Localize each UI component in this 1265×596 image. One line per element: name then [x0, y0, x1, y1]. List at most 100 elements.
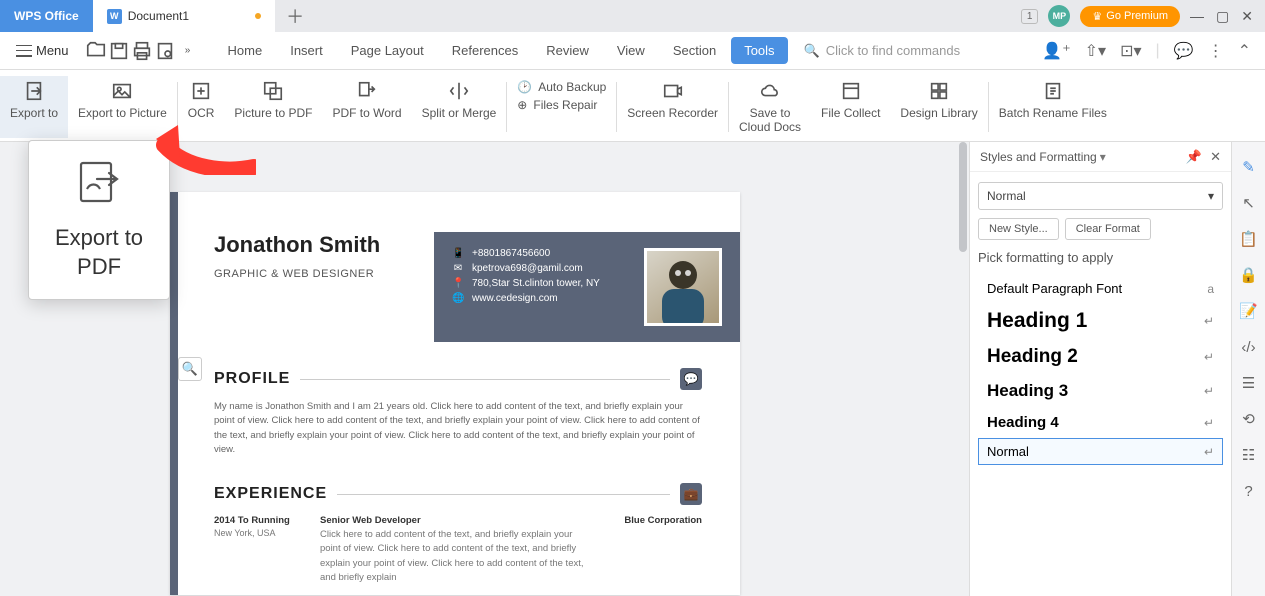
sync-icon[interactable]: ⊡▾ [1120, 41, 1141, 61]
ribbon-design-library[interactable]: Design Library [890, 76, 987, 138]
style-item-default-paragraph-font[interactable]: Default Paragraph Fonta [978, 275, 1223, 302]
ribbon-export-to[interactable]: Export to [0, 76, 68, 138]
help-icon[interactable]: ? [1238, 480, 1260, 502]
command-search[interactable]: 🔍 Click to find commands [804, 43, 1043, 59]
properties-icon[interactable]: ☷ [1238, 444, 1260, 466]
repair-icon: ⊕ [517, 98, 527, 112]
cloud-icon [759, 80, 781, 102]
experience-title: EXPERIENCE [214, 485, 327, 503]
print-preview-quick-button[interactable] [154, 40, 176, 62]
email-icon: ✉ [452, 263, 464, 274]
menu-tab-tools[interactable]: Tools [731, 37, 787, 64]
ribbon-picture-to-pdf[interactable]: Picture to PDF [224, 76, 322, 138]
ribbon-ocr[interactable]: OCR [178, 76, 225, 138]
history-icon[interactable]: ⟲ [1238, 408, 1260, 430]
style-select[interactable]: Normal ▾ [978, 182, 1223, 210]
vertical-scrollbar[interactable] [957, 142, 969, 596]
ribbon-export-to-picture[interactable]: Export to Picture [68, 76, 177, 138]
menu-tab-view[interactable]: View [604, 37, 658, 64]
resume-role: GRAPHIC & WEB DESIGNER [214, 268, 434, 280]
close-panel-icon[interactable]: ✕ [1210, 149, 1221, 165]
ribbon-save-cloud[interactable]: Save toCloud Docs [729, 76, 811, 138]
quick-more-button[interactable]: » [177, 40, 199, 62]
ribbon-split-merge[interactable]: Split or Merge [412, 76, 507, 138]
style-item-normal[interactable]: Normal↵ [978, 438, 1223, 465]
save-quick-button[interactable] [108, 40, 130, 62]
upload-icon[interactable]: ⇧▾ [1085, 41, 1106, 61]
tab-document[interactable]: W Document1 [93, 0, 275, 32]
profile-body: My name is Jonathon Smith and I am 21 ye… [214, 400, 702, 457]
document-page: 🔍 Jonathon Smith GRAPHIC & WEB DESIGNER … [170, 192, 740, 595]
new-tab-button[interactable]: ＋ [283, 4, 307, 28]
chevron-down-icon[interactable]: ▾ [1100, 150, 1106, 164]
code-icon[interactable]: ‹/› [1238, 336, 1260, 358]
ribbon-file-collect[interactable]: File Collect [811, 76, 890, 138]
location-icon: 📍 [452, 278, 464, 289]
export-to-pdf-popup[interactable]: Export toPDF [28, 140, 170, 300]
style-item-heading-1[interactable]: Heading 1↵ [978, 303, 1223, 339]
clipboard-icon[interactable]: 📋 [1238, 228, 1260, 250]
titlebar: WPS Office W Document1 ＋ 1 MP ♛ Go Premi… [0, 0, 1265, 32]
batch-rename-icon [1042, 80, 1064, 102]
page-margin-bar [170, 192, 178, 595]
resume-name: Jonathon Smith [214, 232, 434, 258]
clear-format-button[interactable]: Clear Format [1065, 218, 1151, 240]
share-icon[interactable]: 👤⁺ [1042, 41, 1070, 61]
avatar[interactable]: MP [1048, 5, 1070, 27]
ribbon-pdf-to-word[interactable]: PDF to Word [322, 76, 411, 138]
sliders-icon[interactable]: ☰ [1238, 372, 1260, 394]
lock-icon[interactable]: 🔒 [1238, 264, 1260, 286]
menu-tab-page-layout[interactable]: Page Layout [338, 37, 437, 64]
design-library-icon [928, 80, 950, 102]
menu-tab-insert[interactable]: Insert [277, 37, 336, 64]
briefcase-icon: 💼 [680, 483, 702, 505]
chat-icon: 💬 [680, 368, 702, 390]
maximize-button[interactable]: ▢ [1216, 8, 1229, 25]
ribbon-files-repair[interactable]: ⊕Files Repair [517, 98, 606, 112]
style-item-heading-3[interactable]: Heading 3↵ [978, 375, 1223, 407]
ocr-icon [190, 80, 212, 102]
globe-icon: 🌐 [452, 293, 464, 304]
writer-doc-icon: W [107, 9, 122, 24]
pick-formatting-label: Pick formatting to apply [978, 250, 1223, 265]
find-button[interactable]: 🔍 [178, 357, 202, 381]
pencil-icon[interactable]: ✎ [1238, 156, 1260, 178]
crown-icon: ♛ [1092, 10, 1102, 23]
phone-icon: 📱 [452, 248, 464, 259]
picture-icon [111, 80, 133, 102]
tools-ribbon: Export to Export to Picture OCR Picture … [0, 70, 1265, 142]
cursor-icon[interactable]: ↖ [1238, 192, 1260, 214]
new-style-button[interactable]: New Style... [978, 218, 1059, 240]
menubar: Menu » HomeInsertPage LayoutReferencesRe… [0, 32, 1265, 70]
ribbon-batch-rename[interactable]: Batch Rename Files [989, 76, 1117, 138]
menu-tab-references[interactable]: References [439, 37, 531, 64]
pdf-to-word-icon [356, 80, 378, 102]
style-item-heading-4[interactable]: Heading 4↵ [978, 408, 1223, 437]
recorder-icon [662, 80, 684, 102]
ribbon-screen-recorder[interactable]: Screen Recorder [617, 76, 728, 138]
profile-title: PROFILE [214, 370, 290, 388]
pic-to-pdf-icon [262, 80, 284, 102]
tab-wps-office[interactable]: WPS Office [0, 0, 93, 32]
pin-icon[interactable]: 📌 [1186, 149, 1202, 165]
styles-panel: Styles and Formatting ▾ 📌 ✕ Normal ▾ New… [969, 142, 1231, 596]
ribbon-auto-backup[interactable]: 🕑Auto Backup [517, 80, 606, 94]
window-count-badge[interactable]: 1 [1021, 9, 1039, 24]
go-premium-button[interactable]: ♛ Go Premium [1080, 6, 1180, 27]
menu-tab-review[interactable]: Review [533, 37, 602, 64]
open-quick-button[interactable] [85, 40, 107, 62]
menu-tab-section[interactable]: Section [660, 37, 729, 64]
file-collect-icon [840, 80, 862, 102]
comments-icon[interactable]: 💬 [1174, 41, 1194, 61]
backup-icon: 🕑 [517, 80, 532, 94]
print-quick-button[interactable] [131, 40, 153, 62]
style-item-heading-2[interactable]: Heading 2↵ [978, 340, 1223, 374]
menu-tab-home[interactable]: Home [215, 37, 276, 64]
close-button[interactable]: ✕ [1241, 8, 1253, 25]
minimize-button[interactable]: — [1190, 8, 1204, 25]
menu-dropdown[interactable]: Menu [10, 39, 75, 62]
search-icon: 🔍 [804, 43, 820, 59]
more-icon[interactable]: ⋮ [1208, 41, 1224, 61]
review-icon[interactable]: 📝 [1238, 300, 1260, 322]
collapse-ribbon-icon[interactable]: ⌃ [1238, 41, 1251, 61]
